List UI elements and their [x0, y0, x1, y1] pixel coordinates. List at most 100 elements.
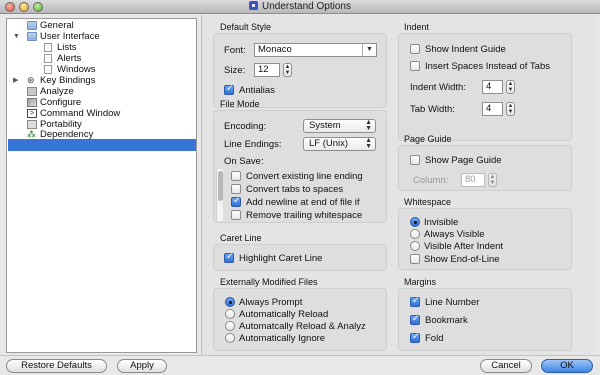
caret-line-heading: Caret Line	[220, 233, 262, 243]
line-number-checkbox[interactable]	[410, 296, 420, 307]
highlight-caret-line-checkbox[interactable]	[224, 252, 234, 263]
options-panel: Default Style Font: Monaco ▼ Size: 12 ▲ ▼…	[201, 15, 597, 355]
add-newline-checkbox[interactable]	[231, 196, 241, 207]
size-field[interactable]: 12	[254, 63, 280, 77]
restore-defaults-button[interactable]: Restore Defaults	[6, 359, 107, 373]
analyze-icon	[27, 87, 37, 96]
auto-reload-analyze-label: Automatcally Reload & Analyz	[239, 321, 366, 332]
auto-ignore-radio[interactable]	[225, 333, 235, 343]
show-end-of-line-label: Show End-of-Line	[424, 254, 500, 265]
fold-checkbox[interactable]	[410, 332, 420, 343]
convert-tabs-checkbox[interactable]	[231, 184, 241, 194]
convert-tabs-label: Convert tabs to spaces	[246, 184, 344, 195]
document-icon	[44, 43, 52, 52]
whitespace-group: Invisible Always Visible Visible After I…	[398, 208, 572, 270]
indent-width-field[interactable]: 4	[482, 80, 503, 94]
auto-reload-analyze-radio[interactable]	[225, 321, 235, 331]
remove-trailing-whitespace-checkbox[interactable]	[231, 210, 241, 220]
document-icon	[44, 54, 52, 63]
tree-item-label: Alerts	[57, 53, 82, 64]
disclosure-closed-icon[interactable]: ▶	[13, 75, 18, 86]
size-label: Size:	[224, 65, 246, 76]
show-indent-guide-label: Show Indent Guide	[425, 44, 506, 55]
page-guide-heading: Page Guide	[404, 134, 452, 144]
apply-button[interactable]: Apply	[117, 359, 167, 373]
margins-heading: Margins	[404, 277, 437, 287]
tree-item-label: Analyze	[40, 86, 74, 97]
bookmark-label: Bookmark	[425, 315, 468, 326]
externally-modified-heading: Externally Modified Files	[220, 277, 318, 287]
ok-button[interactable]: OK	[541, 359, 593, 373]
insert-spaces-checkbox[interactable]	[410, 61, 420, 71]
tree-item-label: Command Window	[40, 108, 121, 119]
default-style-heading: Default Style	[220, 22, 272, 32]
tree-item-label: Lists	[57, 42, 77, 53]
terminal-icon: >	[27, 109, 37, 118]
window-title-text: Understand Options	[262, 1, 351, 12]
indent-group: Show Indent Guide Insert Spaces Instead …	[398, 33, 572, 141]
always-visible-radio[interactable]	[410, 229, 420, 239]
font-label: Font:	[224, 45, 246, 56]
always-prompt-label: Always Prompt	[239, 297, 303, 308]
auto-ignore-label: Automatically Ignore	[239, 333, 326, 344]
auto-reload-label: Automatically Reload	[239, 309, 329, 320]
chevron-down-icon[interactable]: ▼	[362, 44, 376, 56]
convert-line-endings-label: Convert existing line ending	[246, 171, 363, 182]
folder-icon	[27, 32, 37, 41]
line-endings-popup[interactable]: LF (Unix) ▲ ▼	[303, 137, 376, 151]
dependency-icon: ⁂	[27, 129, 36, 139]
tab-width-field[interactable]: 4	[482, 102, 503, 116]
disclosure-open-icon[interactable]: ▼	[13, 31, 20, 42]
size-stepper[interactable]: ▲ ▼	[283, 63, 292, 77]
button-bar: Restore Defaults Apply Cancel OK	[0, 355, 600, 375]
encoding-popup[interactable]: System ▲ ▼	[303, 119, 376, 133]
line-endings-value: LF (Unix)	[309, 138, 349, 149]
tree-selection-highlight	[8, 139, 196, 151]
show-page-guide-checkbox[interactable]	[410, 155, 420, 165]
font-value: Monaco	[258, 44, 292, 55]
tree-item-label: Windows	[57, 64, 96, 75]
updown-arrows-icon: ▲ ▼	[365, 137, 372, 150]
always-prompt-radio[interactable]	[225, 297, 235, 307]
indent-heading: Indent	[404, 22, 430, 32]
tab-width-stepper[interactable]: ▲ ▼	[506, 102, 515, 116]
visible-after-indent-radio[interactable]	[410, 241, 420, 251]
font-combo[interactable]: Monaco ▼	[254, 43, 377, 57]
options-window: Understand Options General ▼ User Interf…	[0, 0, 600, 375]
invisible-label: Invisible	[424, 217, 459, 228]
page-guide-group: Show Page Guide Column: 80 ▲ ▼	[398, 145, 572, 191]
caret-line-group: Highlight Caret Line	[213, 244, 387, 271]
show-indent-guide-checkbox[interactable]	[410, 44, 420, 54]
tree-item-label: General	[40, 20, 74, 31]
portability-icon	[27, 120, 37, 129]
insert-spaces-label: Insert Spaces Instead of Tabs	[425, 61, 550, 72]
category-tree[interactable]: General ▼ User Interface Lists Alerts Wi…	[6, 18, 197, 353]
on-save-label: On Save:	[224, 156, 264, 167]
invisible-radio[interactable]	[410, 217, 420, 227]
convert-line-endings-checkbox[interactable]	[231, 171, 241, 181]
column-field[interactable]: 80	[461, 173, 485, 187]
configure-icon	[27, 98, 37, 107]
show-end-of-line-checkbox[interactable]	[410, 254, 420, 264]
remove-trailing-whitespace-label: Remove trailing whitespace	[246, 210, 363, 221]
highlight-caret-line-label: Highlight Caret Line	[239, 253, 323, 264]
folder-icon	[27, 21, 37, 30]
antialias-checkbox[interactable]	[224, 84, 234, 95]
scrollbar-knob[interactable]	[218, 171, 223, 201]
encoding-label: Encoding:	[224, 121, 267, 132]
column-stepper[interactable]: ▲ ▼	[488, 173, 497, 187]
whitespace-heading: Whitespace	[404, 197, 452, 207]
indent-width-stepper[interactable]: ▲ ▼	[506, 80, 515, 94]
binoculars-icon: ⊛	[27, 75, 35, 85]
on-save-scrollbar[interactable]	[216, 169, 223, 221]
document-icon	[44, 65, 52, 74]
antialias-label: Antialias	[239, 85, 275, 96]
auto-reload-radio[interactable]	[225, 309, 235, 319]
externally-modified-group: Always Prompt Automatically Reload Autom…	[213, 288, 387, 351]
bookmark-checkbox[interactable]	[410, 314, 420, 325]
default-style-group: Font: Monaco ▼ Size: 12 ▲▼ Antialias	[213, 33, 387, 108]
tree-item-label: Key Bindings	[40, 75, 96, 86]
column-label: Column:	[413, 175, 449, 186]
cancel-button[interactable]: Cancel	[480, 359, 532, 373]
show-page-guide-label: Show Page Guide	[425, 155, 502, 166]
